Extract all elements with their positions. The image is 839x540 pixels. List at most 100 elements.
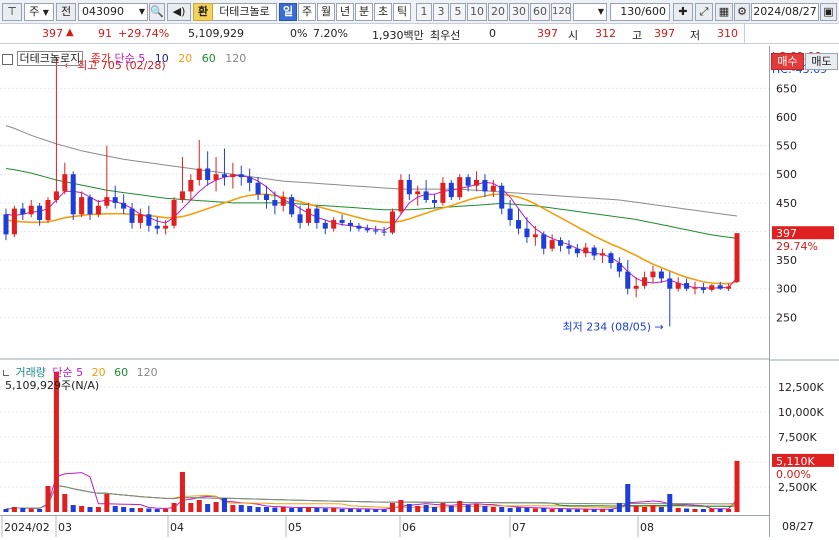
calendar-icon[interactable]: ▣ — [820, 3, 837, 21]
interval-1[interactable]: 1 — [416, 3, 432, 21]
volume-bar — [583, 509, 589, 512]
volume-bar — [28, 508, 34, 512]
volume-bar — [347, 509, 354, 512]
volume-bar — [171, 503, 177, 512]
gear-icon[interactable]: ⚙ — [734, 3, 750, 21]
volume-bar — [373, 509, 379, 512]
candle-body — [11, 208, 17, 235]
candle-body — [331, 220, 337, 229]
volume-bar — [566, 509, 572, 512]
volume-tick-label: 7,500K — [778, 431, 817, 444]
candle-body — [398, 179, 404, 212]
price-chart[interactable]: ← 최고 705 (02/28)최저 234 (08/05) → — [0, 46, 769, 360]
volume-bar — [87, 507, 93, 512]
volume-bar — [221, 498, 227, 512]
custom-interval-select[interactable]: ▼ — [573, 3, 607, 21]
speaker-icon[interactable]: ◀) — [167, 3, 191, 21]
candle-body — [532, 234, 538, 238]
data-count[interactable]: 130/600 — [610, 3, 670, 21]
candle-body — [675, 283, 681, 289]
interval-20[interactable]: 20 — [488, 3, 508, 21]
tab-month[interactable]: 월 — [317, 3, 335, 21]
tab-week[interactable]: 주 — [298, 3, 316, 21]
stock-name: 더테크놀로 — [213, 3, 277, 21]
volume-bar — [112, 506, 118, 512]
chart-type-icon[interactable]: ▦ — [715, 3, 733, 21]
chart-menu-icon[interactable]: ⊤ — [2, 3, 22, 21]
tab-day[interactable]: 일 — [279, 3, 297, 21]
volume-bar — [389, 503, 396, 512]
candle-body — [667, 278, 673, 289]
interval-120[interactable]: 120 — [551, 3, 571, 21]
interval-10[interactable]: 10 — [467, 3, 487, 21]
sell-button[interactable]: 매도 — [805, 53, 838, 70]
volume-bar — [104, 494, 110, 512]
volume-bar — [658, 507, 664, 512]
candle-body — [196, 168, 202, 180]
volume-bar — [415, 506, 421, 512]
volume-bar — [616, 503, 622, 512]
date-field[interactable]: 2024/08/27 — [751, 3, 819, 21]
legend-stock-name[interactable]: 더테크놀로지 — [16, 51, 84, 66]
period-label[interactable]: 전 — [56, 3, 76, 21]
buy-button[interactable]: 매수 — [771, 53, 804, 70]
legend-toggle-icon[interactable] — [2, 53, 13, 65]
volume-bar — [247, 506, 253, 512]
tab-minute[interactable]: 분 — [355, 3, 373, 21]
ask-price: 397 — [537, 27, 558, 40]
market-select[interactable]: 주 ▼ — [24, 3, 54, 21]
interval-3[interactable]: 3 — [433, 3, 449, 21]
volume-bar — [188, 503, 194, 512]
volume-bar — [129, 508, 135, 512]
candle-body — [104, 197, 110, 206]
volume-bar — [137, 508, 143, 512]
drawing-tool-icon[interactable]: ⤢ — [695, 3, 713, 21]
tab-second[interactable]: 초 — [374, 3, 392, 21]
change-value: 91 — [98, 27, 112, 40]
volume-bar — [196, 500, 202, 512]
volume-bar — [79, 506, 85, 512]
tab-year[interactable]: 년 — [336, 3, 354, 21]
interval-60[interactable]: 60 — [530, 3, 550, 21]
volume-bar — [364, 509, 370, 512]
candle-body — [289, 197, 295, 215]
collapse-icon[interactable] — [3, 370, 9, 376]
volume-bar — [205, 504, 211, 512]
exchange-badge[interactable]: 환 — [193, 3, 213, 21]
priority-label: 최우선 — [430, 29, 461, 42]
volume-bar — [3, 509, 9, 512]
candle-body — [163, 225, 169, 229]
volume-bar — [179, 472, 185, 512]
search-icon[interactable]: 🔍 — [149, 3, 165, 21]
volume-bar — [692, 509, 698, 512]
interval-5[interactable]: 5 — [450, 3, 466, 21]
volume-bar — [356, 509, 362, 512]
stock-code-input[interactable]: 043090 ▼ — [78, 3, 148, 21]
volume-tick-label: 10,000K — [778, 406, 824, 419]
interval-30[interactable]: 30 — [509, 3, 529, 21]
volume-bar — [465, 505, 471, 512]
candle-body — [692, 287, 698, 289]
volume-bar — [633, 506, 639, 512]
volume-bar — [272, 507, 278, 512]
toolbar: ⊤ 주 ▼ 전 043090 ▼ 🔍 ◀) 환 더테크놀로 일 주 월 년 분 초… — [0, 0, 839, 24]
candle-body — [541, 234, 547, 249]
candle-body — [642, 277, 648, 286]
volume-chart[interactable] — [0, 362, 769, 515]
volume-bar — [121, 507, 127, 512]
chevron-down-icon: ▼ — [138, 7, 145, 16]
crosshair-icon[interactable]: ✚ — [673, 3, 693, 21]
candle-body — [600, 253, 606, 256]
candle-body — [45, 200, 51, 221]
volume-bar — [37, 509, 43, 512]
volume-tag-value: 5,110K — [776, 455, 815, 468]
candle-body — [112, 197, 118, 203]
volume-bar — [709, 508, 715, 512]
volume-bar — [608, 509, 614, 512]
volume-bar — [53, 372, 59, 512]
volume-bar — [524, 508, 530, 512]
time-axis: 2024/02 03 04 05 06 07 08 — [0, 515, 769, 537]
volume-bar — [675, 508, 681, 512]
tab-tick[interactable]: 틱 — [393, 3, 411, 21]
volume-ma120: 120 — [136, 366, 158, 379]
